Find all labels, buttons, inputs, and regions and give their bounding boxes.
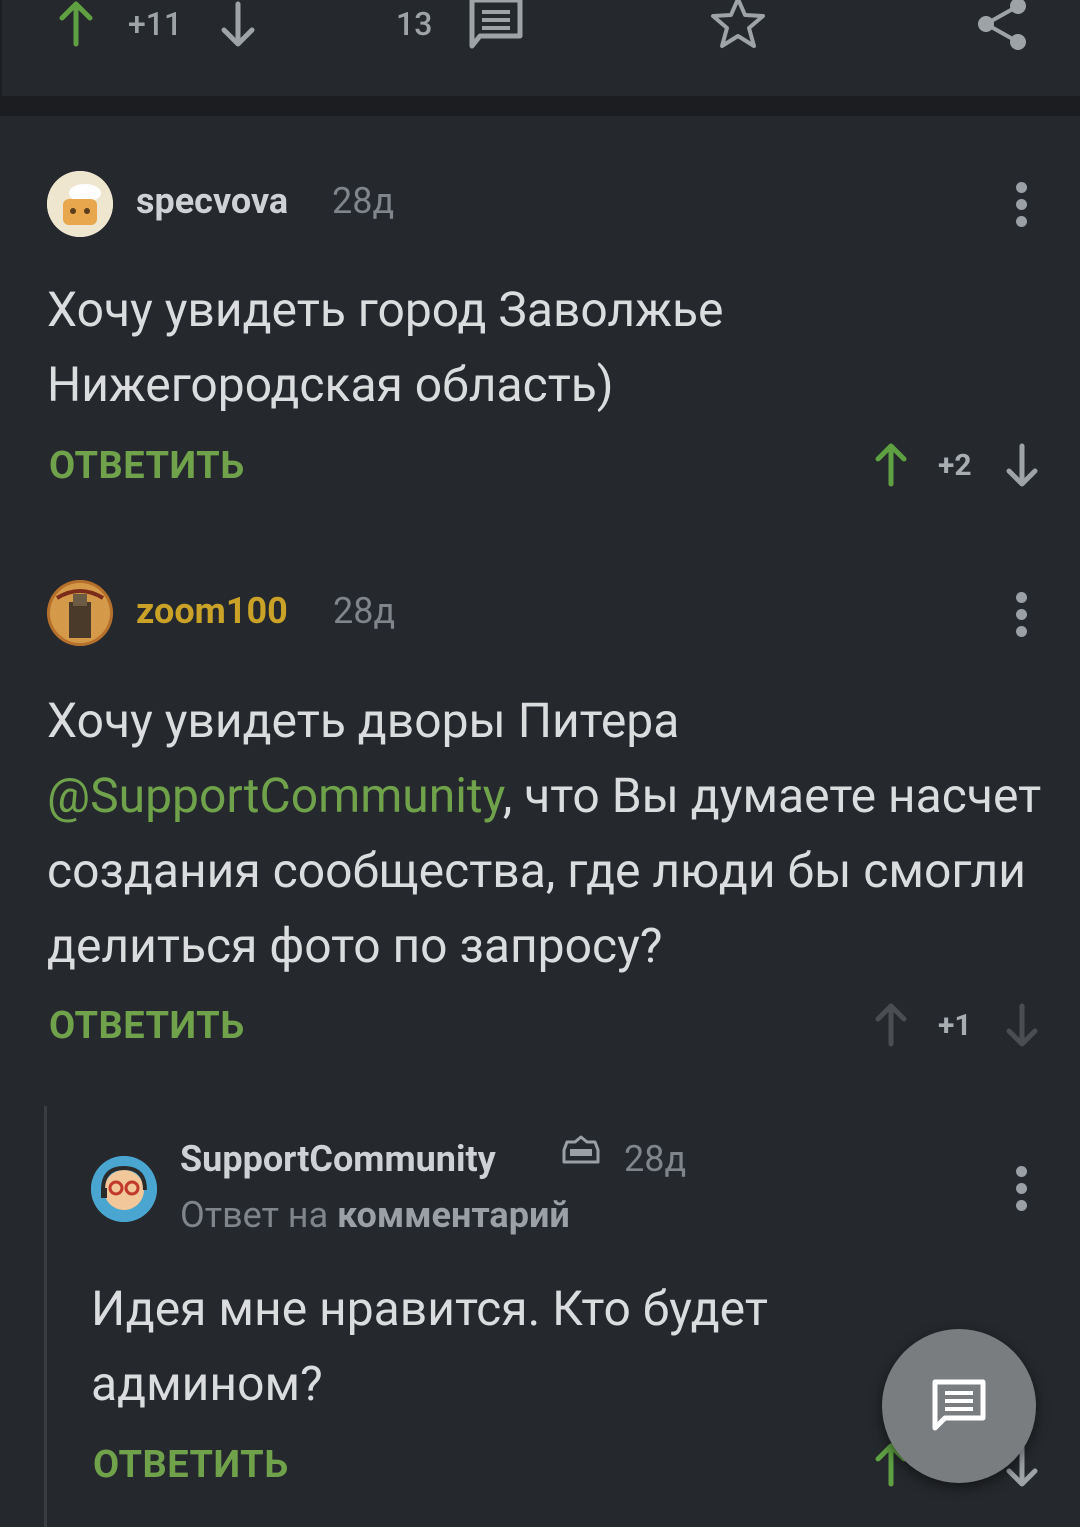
comment-text-start: Хочу увидеть дворы Питера <box>47 692 680 749</box>
comment-menu-button[interactable] <box>1016 1166 1028 1217</box>
comment-text: Идея мне нравится. Кто будет админом? <box>91 1280 768 1412</box>
reply-to-prefix: Ответ на <box>180 1194 329 1236</box>
moderator-badge-icon <box>561 1134 601 1174</box>
avatar-image <box>47 171 113 237</box>
reply-button[interactable]: ОТВЕТИТЬ <box>93 1443 289 1487</box>
avatar-image <box>47 580 113 646</box>
arrow-up-icon <box>59 1 93 47</box>
reply-button[interactable]: ОТВЕТИТЬ <box>49 444 245 488</box>
comment-author[interactable]: specvova <box>136 180 288 222</box>
arrow-up-icon <box>875 443 907 487</box>
upvote-button[interactable] <box>58 0 94 52</box>
comment-upvote-button[interactable] <box>874 1002 908 1052</box>
arrow-down-icon <box>1006 1003 1038 1047</box>
comment-text: Хочу увидеть дворы Питера @SupportCommuni… <box>47 683 1047 983</box>
reply-thread-line <box>44 1106 47 1527</box>
comment-time: 28д <box>333 590 396 632</box>
reply-button[interactable]: ОТВЕТИТЬ <box>49 1004 245 1048</box>
section-divider <box>0 96 1080 116</box>
post-action-bar: +11 13 <box>0 0 1080 96</box>
comment-upvote-button[interactable] <box>874 442 908 492</box>
star-icon <box>711 0 765 48</box>
avatar[interactable] <box>91 1156 157 1222</box>
comment-icon <box>932 1379 986 1431</box>
reply-to-link[interactable]: комментарий <box>337 1194 570 1236</box>
share-icon <box>978 0 1026 50</box>
comment-downvote-button[interactable] <box>1005 442 1039 492</box>
comment-author[interactable]: SupportCommunity <box>180 1138 496 1180</box>
avatar-image <box>91 1156 157 1222</box>
comments-button[interactable] <box>466 0 526 52</box>
favorite-button[interactable] <box>706 0 770 52</box>
write-comment-button[interactable] <box>882 1329 1036 1483</box>
arrow-down-icon <box>1006 443 1038 487</box>
comment-icon <box>469 0 523 49</box>
avatar[interactable] <box>47 171 113 237</box>
comment-author[interactable]: zoom100 <box>136 590 288 632</box>
comment-time: 28д <box>624 1138 687 1180</box>
comment-rating: +1 <box>938 1008 972 1043</box>
comment-rating: +2 <box>938 448 972 483</box>
comment-menu-button[interactable] <box>1016 182 1028 233</box>
comment-time: 28д <box>332 180 395 222</box>
downvote-button[interactable] <box>220 0 256 52</box>
share-button[interactable] <box>974 0 1030 52</box>
comments-count: 13 <box>396 5 433 43</box>
avatar[interactable] <box>47 580 113 646</box>
comment-text: Хочу увидеть город Заволжье Нижегородска… <box>47 281 724 413</box>
reply-to-line: Ответ на комментарий <box>180 1194 570 1236</box>
user-mention-link[interactable]: @SupportCommunity <box>47 767 503 824</box>
post-rating: +11 <box>128 5 183 43</box>
arrow-down-icon <box>221 1 255 47</box>
comment-downvote-button[interactable] <box>1005 1002 1039 1052</box>
arrow-up-icon <box>875 1003 907 1047</box>
comment-menu-button[interactable] <box>1016 592 1028 643</box>
